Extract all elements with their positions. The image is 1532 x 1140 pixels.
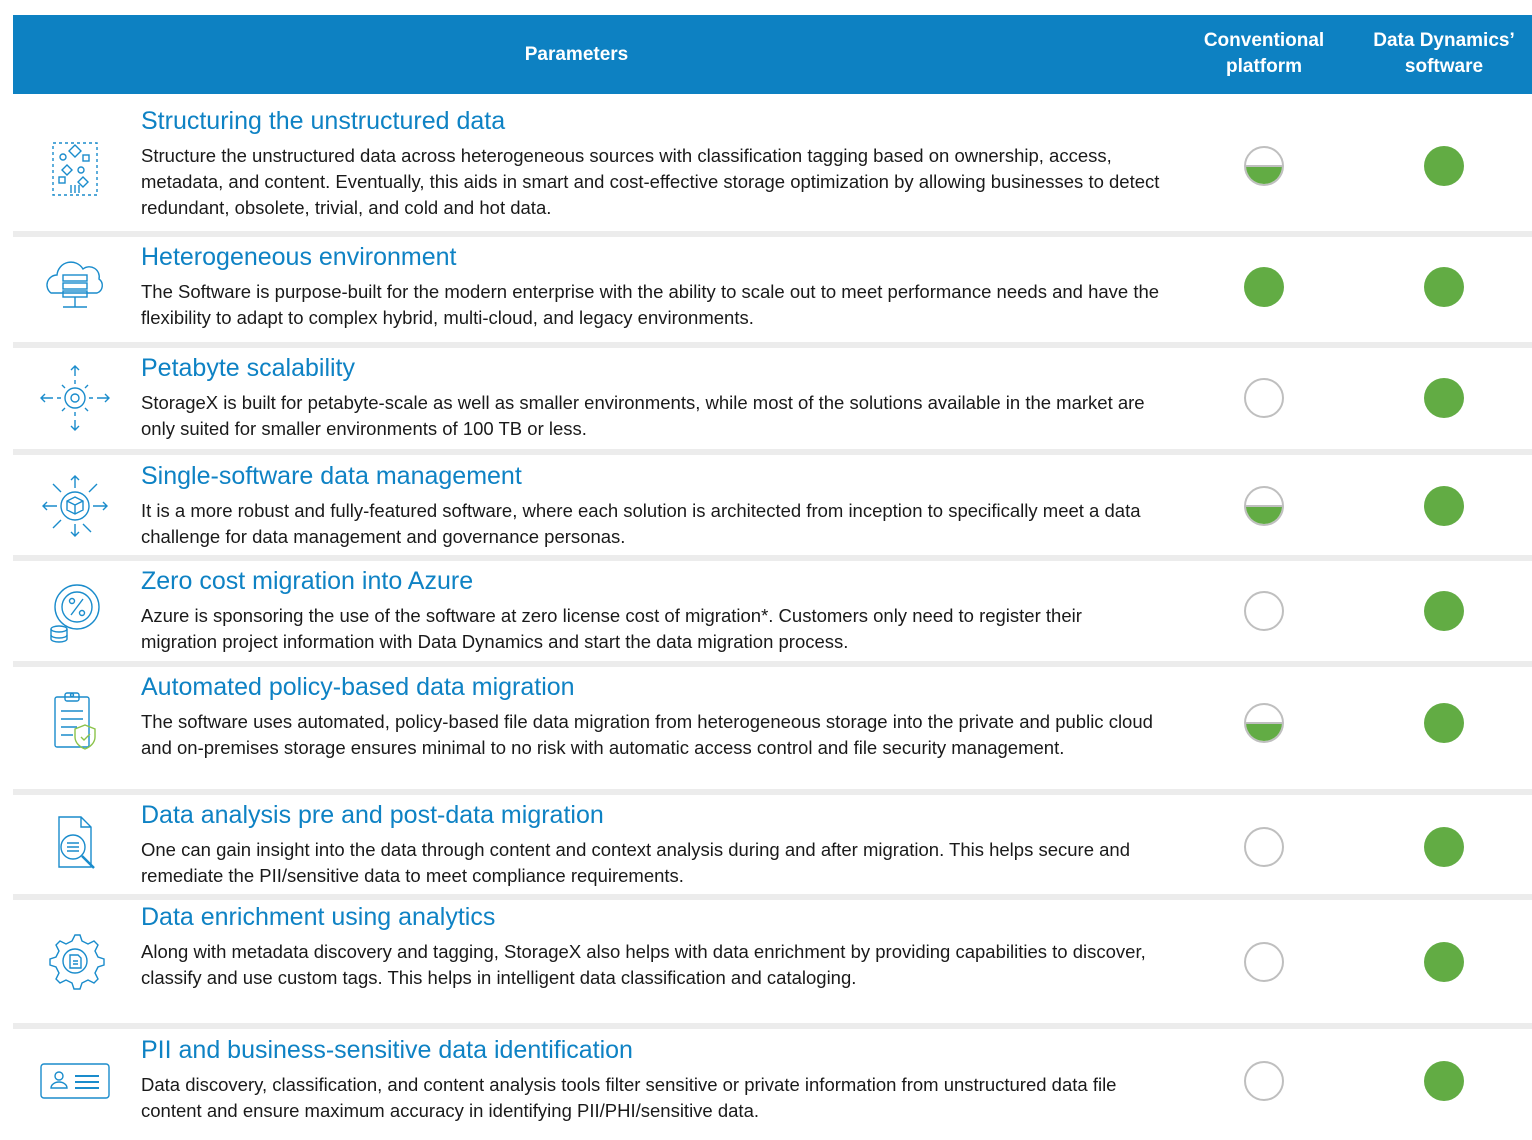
cube-network-icon	[37, 470, 113, 542]
row-divider	[13, 555, 1532, 561]
conventional-rating-partial	[1244, 146, 1284, 186]
conventional-rating-empty	[1244, 591, 1284, 631]
data-dynamics-rating-full	[1424, 146, 1464, 186]
row-title: Petabyte scalability	[141, 354, 356, 382]
comparison-table: Parameters Conventional platform Data Dy…	[13, 15, 1532, 94]
conventional-rating-empty	[1244, 942, 1284, 982]
data-dynamics-rating-full	[1424, 267, 1464, 307]
row-title: Data enrichment using analytics	[141, 903, 496, 931]
id-card-icon	[37, 1044, 113, 1116]
row-description: One can gain insight into the data throu…	[141, 839, 1131, 886]
conventional-rating-full	[1244, 267, 1284, 307]
data-dynamics-rating-full	[1424, 703, 1464, 743]
data-dynamics-rating-full	[1424, 486, 1464, 526]
data-dynamics-rating-full	[1424, 1061, 1464, 1101]
row-divider	[13, 231, 1532, 237]
row-description: Data discovery, classification, and cont…	[141, 1074, 1117, 1121]
conventional-rating-empty	[1244, 378, 1284, 418]
row-description: The Software is purpose-built for the mo…	[141, 281, 1160, 328]
header-conventional-platform: Conventional platform	[1203, 30, 1325, 77]
row-divider	[13, 449, 1532, 455]
table-row: Zero cost migration into Azure Azure is …	[13, 565, 1532, 657]
data-dynamics-rating-full	[1424, 378, 1464, 418]
table-row: Petabyte scalability StorageX is built f…	[13, 352, 1532, 444]
row-title: Heterogeneous environment	[141, 243, 457, 271]
row-divider	[13, 342, 1532, 348]
row-divider	[13, 789, 1532, 795]
row-title: Single-software data management	[141, 462, 522, 490]
row-description: Azure is sponsoring the use of the softw…	[141, 605, 1082, 652]
data-dynamics-rating-full	[1424, 942, 1464, 982]
percent-coin-icon	[37, 575, 113, 647]
cloud-server-icon	[37, 253, 113, 325]
row-description: Along with metadata discovery and taggin…	[141, 941, 1146, 988]
document-search-icon	[37, 813, 113, 885]
row-description: StorageX is built for petabyte-scale as …	[141, 392, 1145, 439]
header-parameters: Parameters	[524, 44, 629, 65]
row-description: Structure the unstructured data across h…	[141, 145, 1160, 218]
data-dynamics-rating-full	[1424, 591, 1464, 631]
table-row: Data enrichment using analytics Along wi…	[13, 901, 1532, 1021]
table-row: Structuring the unstructured data Struct…	[13, 105, 1532, 225]
header-data-dynamics-software: Data Dynamics’ software	[1373, 30, 1515, 77]
row-title: PII and business-sensitive data identifi…	[141, 1036, 633, 1064]
table-row: Data analysis pre and post-data migratio…	[13, 799, 1532, 891]
table-row: Single-software data management It is a …	[13, 460, 1532, 548]
row-title: Structuring the unstructured data	[141, 107, 506, 135]
data-structure-icon	[37, 133, 113, 205]
clipboard-shield-icon	[37, 689, 113, 761]
row-title: Automated policy-based data migration	[141, 673, 575, 701]
conventional-rating-partial	[1244, 486, 1284, 526]
table-row: Automated policy-based data migration Th…	[13, 671, 1532, 791]
conventional-rating-partial	[1244, 703, 1284, 743]
data-dynamics-rating-full	[1424, 827, 1464, 867]
table-header: Parameters Conventional platform Data Dy…	[13, 15, 1532, 94]
conventional-rating-empty	[1244, 827, 1284, 867]
row-title: Zero cost migration into Azure	[141, 567, 474, 595]
row-divider	[13, 661, 1532, 667]
row-divider	[13, 1023, 1532, 1029]
table-row: PII and business-sensitive data identifi…	[13, 1034, 1532, 1134]
row-description: It is a more robust and fully-featured s…	[141, 500, 1141, 547]
row-title: Data analysis pre and post-data migratio…	[141, 801, 604, 829]
row-divider	[13, 894, 1532, 900]
gear-scale-icon	[37, 362, 113, 434]
conventional-rating-empty	[1244, 1061, 1284, 1101]
row-description: The software uses automated, policy-base…	[141, 711, 1153, 758]
gear-document-icon	[37, 925, 113, 997]
table-row: Heterogeneous environment The Software i…	[13, 241, 1532, 336]
